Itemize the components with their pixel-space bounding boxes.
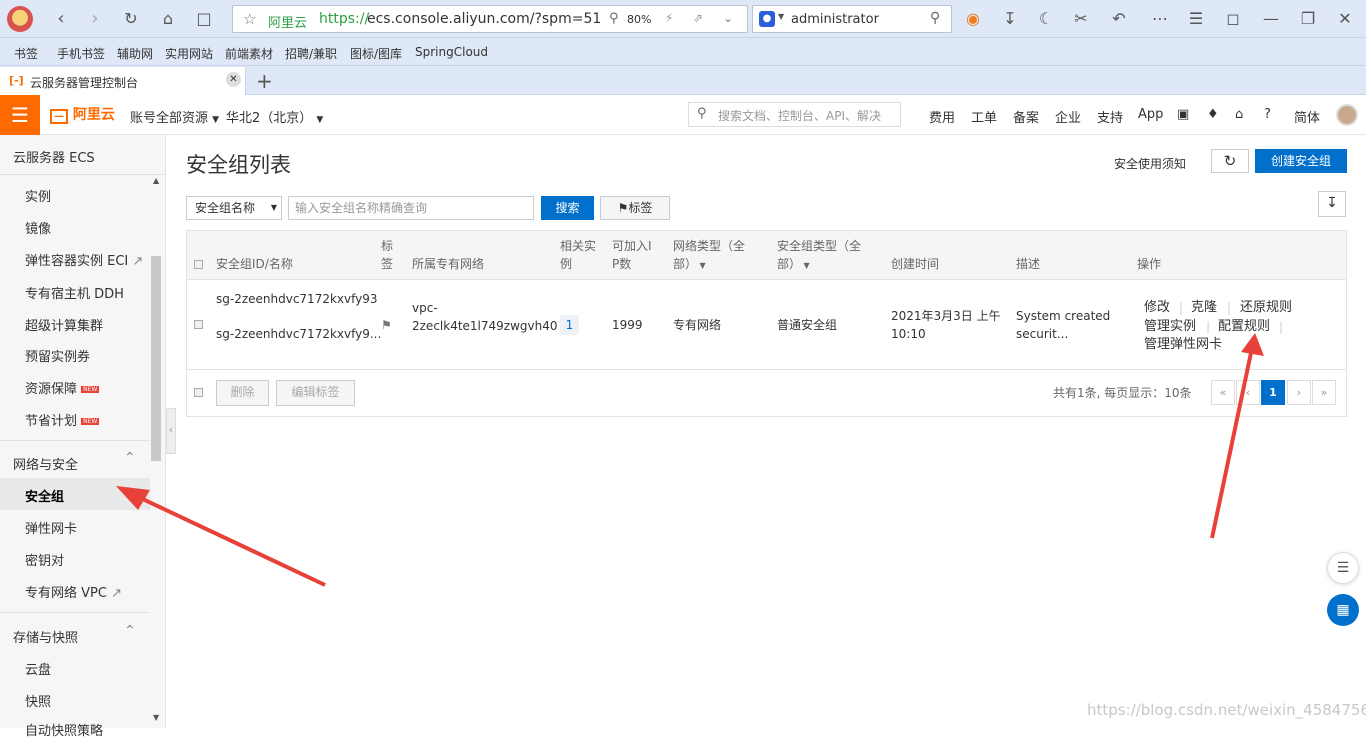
watermark: https://blog.csdn.net/weixin_45847561 — [1087, 701, 1366, 719]
annotation-arrows — [116, 333, 1264, 587]
annotation-arrow-rules — [1210, 347, 1254, 539]
annotation-arrow-sidebar — [131, 492, 326, 587]
annotation-arrowhead-rules — [1241, 333, 1264, 356]
annotation-arrowhead-sidebar — [116, 486, 150, 510]
